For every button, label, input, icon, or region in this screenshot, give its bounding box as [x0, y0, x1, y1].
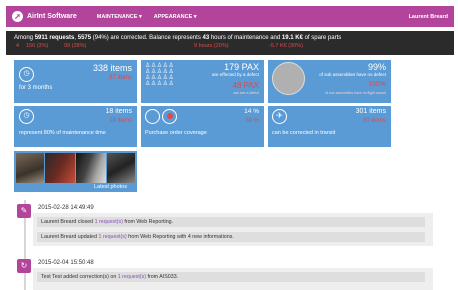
tile-label: for 3 months	[19, 85, 53, 91]
timeline-entry-text: Laurent Breard closed	[41, 219, 95, 225]
pie-icon	[272, 62, 305, 95]
menu-maintenance[interactable]: MAINTENANCE ▾	[97, 14, 142, 20]
brand[interactable]: ➚ AirInt Software	[12, 11, 77, 22]
clock-icon: ◷	[19, 67, 34, 82]
summary-text-c: (94%) are corrected. Balance represents	[91, 35, 203, 41]
tile-value: 99%	[367, 62, 386, 72]
timeline-entry: Laurent Breard updated 1 request(s) from…	[37, 232, 425, 242]
request-link[interactable]: 1 request(s)	[98, 234, 126, 240]
timeline-entry-text: Test Test added correction(s) on	[41, 274, 118, 280]
tile-sublabel: of sub assemblies have no defect	[319, 72, 386, 77]
timeline-entry-text: from Web Reporting with 4 new informatio…	[126, 234, 234, 240]
timeline-entry-text: Laurent Breard updated	[41, 234, 99, 240]
tile-latest-photos[interactable]: Latest photos	[14, 151, 137, 192]
tile-small-note: can see a defect	[233, 91, 259, 95]
tile-value: 179 PAX	[224, 62, 259, 72]
tile-items-3-months[interactable]: ◷ 338 items 87 items for 3 months	[14, 60, 137, 103]
delta-requests-arrow: 4	[16, 43, 20, 49]
tile-delta: 48 PAX	[232, 81, 259, 90]
menu-appearance-label: APPEARANCE	[153, 13, 193, 20]
timeline-date: 2015-02-04 15:50:48	[38, 260, 94, 266]
timeline-entry: Laurent Breard closed 1 request(s) from …	[37, 217, 425, 227]
request-link[interactable]: 1 request(s)	[95, 219, 123, 225]
photo-thumbnail[interactable]	[45, 153, 75, 183]
summary-requests-count: 5911 requests	[34, 35, 75, 41]
photo-thumbnail[interactable]	[76, 153, 106, 183]
clock-icon: ◷	[19, 109, 34, 124]
tile-label: can be corrected in transit	[272, 130, 336, 136]
refresh-icon: ↻	[17, 259, 31, 273]
timeline-date: 2015-02-28 14:49:49	[38, 205, 94, 211]
photo-thumbnail[interactable]	[16, 153, 44, 183]
edit-icon: ✎	[17, 204, 31, 218]
delta-corrected: 99 (28%)	[64, 43, 87, 49]
timeline-entry: Test Test added correction(s) on 1 reque…	[37, 272, 425, 282]
summary-text-d: hours of maintenance and	[209, 35, 282, 41]
tile-label: represent 80% of maintenance time	[19, 130, 106, 136]
summary-text-e: of spare parts	[302, 35, 342, 41]
tile-transit[interactable]: ✈ 301 items 87 items can be corrected in…	[268, 106, 391, 147]
timeline-entry-text: from AIS033.	[146, 274, 179, 280]
photo-thumbnail[interactable]	[107, 153, 135, 183]
timeline-entry-text: from Web Reporting.	[122, 219, 174, 225]
top-nav-bar: ➚ AirInt Software MAINTENANCE ▾ APPEARAN…	[6, 6, 454, 27]
menu-appearance[interactable]: APPEARANCE ▾	[154, 14, 197, 20]
main-menu: MAINTENANCE ▾ APPEARANCE ▾	[97, 14, 209, 20]
people-icon: ♙♙♙♙♙ ♙♙♙♙♙ ♙♙♙♙♙ ♙♙♙♙♙	[145, 63, 175, 87]
summary-deltas: 4 156 (3%) 99 (28%) 9 hours (20%) -5.7 K…	[14, 43, 446, 49]
user-menu[interactable]: Laurent Breard	[409, 14, 448, 20]
tile-label: Latest photos	[93, 184, 127, 190]
plane-icon: ✈	[272, 109, 287, 124]
tile-value: 18 items	[105, 108, 132, 115]
tile-pax[interactable]: ♙♙♙♙♙ ♙♙♙♙♙ ♙♙♙♙♙ ♙♙♙♙♙ 179 PAX are effecte…	[141, 60, 264, 103]
tile-maintenance-time[interactable]: ◷ 18 items 18 items represent 80% of mai…	[14, 106, 137, 147]
tile-delta: 38 %	[245, 118, 259, 124]
tile-label: Purchase order coverage	[145, 130, 207, 136]
brand-logo-icon: ➚	[12, 11, 23, 22]
menu-maintenance-label: MAINTENANCE	[96, 13, 138, 20]
delta-requests: 156 (3%)	[26, 43, 49, 49]
tile-value: 301 items	[355, 108, 386, 115]
delta-hours: 9 hours (20%)	[194, 43, 229, 49]
request-link[interactable]: 1 request(s)	[118, 274, 146, 280]
tile-sub-assemblies[interactable]: 99% of sub assemblies have no defect 100…	[268, 60, 391, 103]
tile-sublabel: are effected by a defect	[212, 72, 259, 77]
brand-name: AirInt Software	[27, 13, 77, 20]
tile-delta: 87 items	[363, 118, 386, 124]
summary-text-a: Among	[14, 35, 35, 41]
tile-value: 14 %	[244, 108, 259, 115]
tile-delta: 18 items	[109, 118, 132, 124]
donut-icon	[145, 109, 160, 124]
delta-spares: -5.7 K€ (30%)	[269, 43, 303, 49]
summary-banner: Among 5911 requests, 5575 (94%) are corr…	[6, 31, 454, 55]
summary-spares: 19.1 K€	[281, 35, 303, 41]
tile-small-note: of sub assemblies have no flight cancel	[325, 91, 386, 95]
summary-corrected-count: 5575	[77, 35, 92, 41]
tile-delta: 87 items	[109, 75, 132, 81]
tile-delta: 100%	[368, 81, 386, 88]
donut-icon	[162, 109, 177, 124]
chevron-down-icon: ▾	[138, 13, 142, 20]
chevron-down-icon: ▾	[193, 13, 197, 20]
tile-purchase-coverage[interactable]: 14 % 38 % Purchase order coverage	[141, 106, 264, 147]
summary-text: Among 5911 requests, 5575 (94%) are corr…	[14, 35, 446, 41]
tile-value: 338 items	[92, 63, 132, 73]
